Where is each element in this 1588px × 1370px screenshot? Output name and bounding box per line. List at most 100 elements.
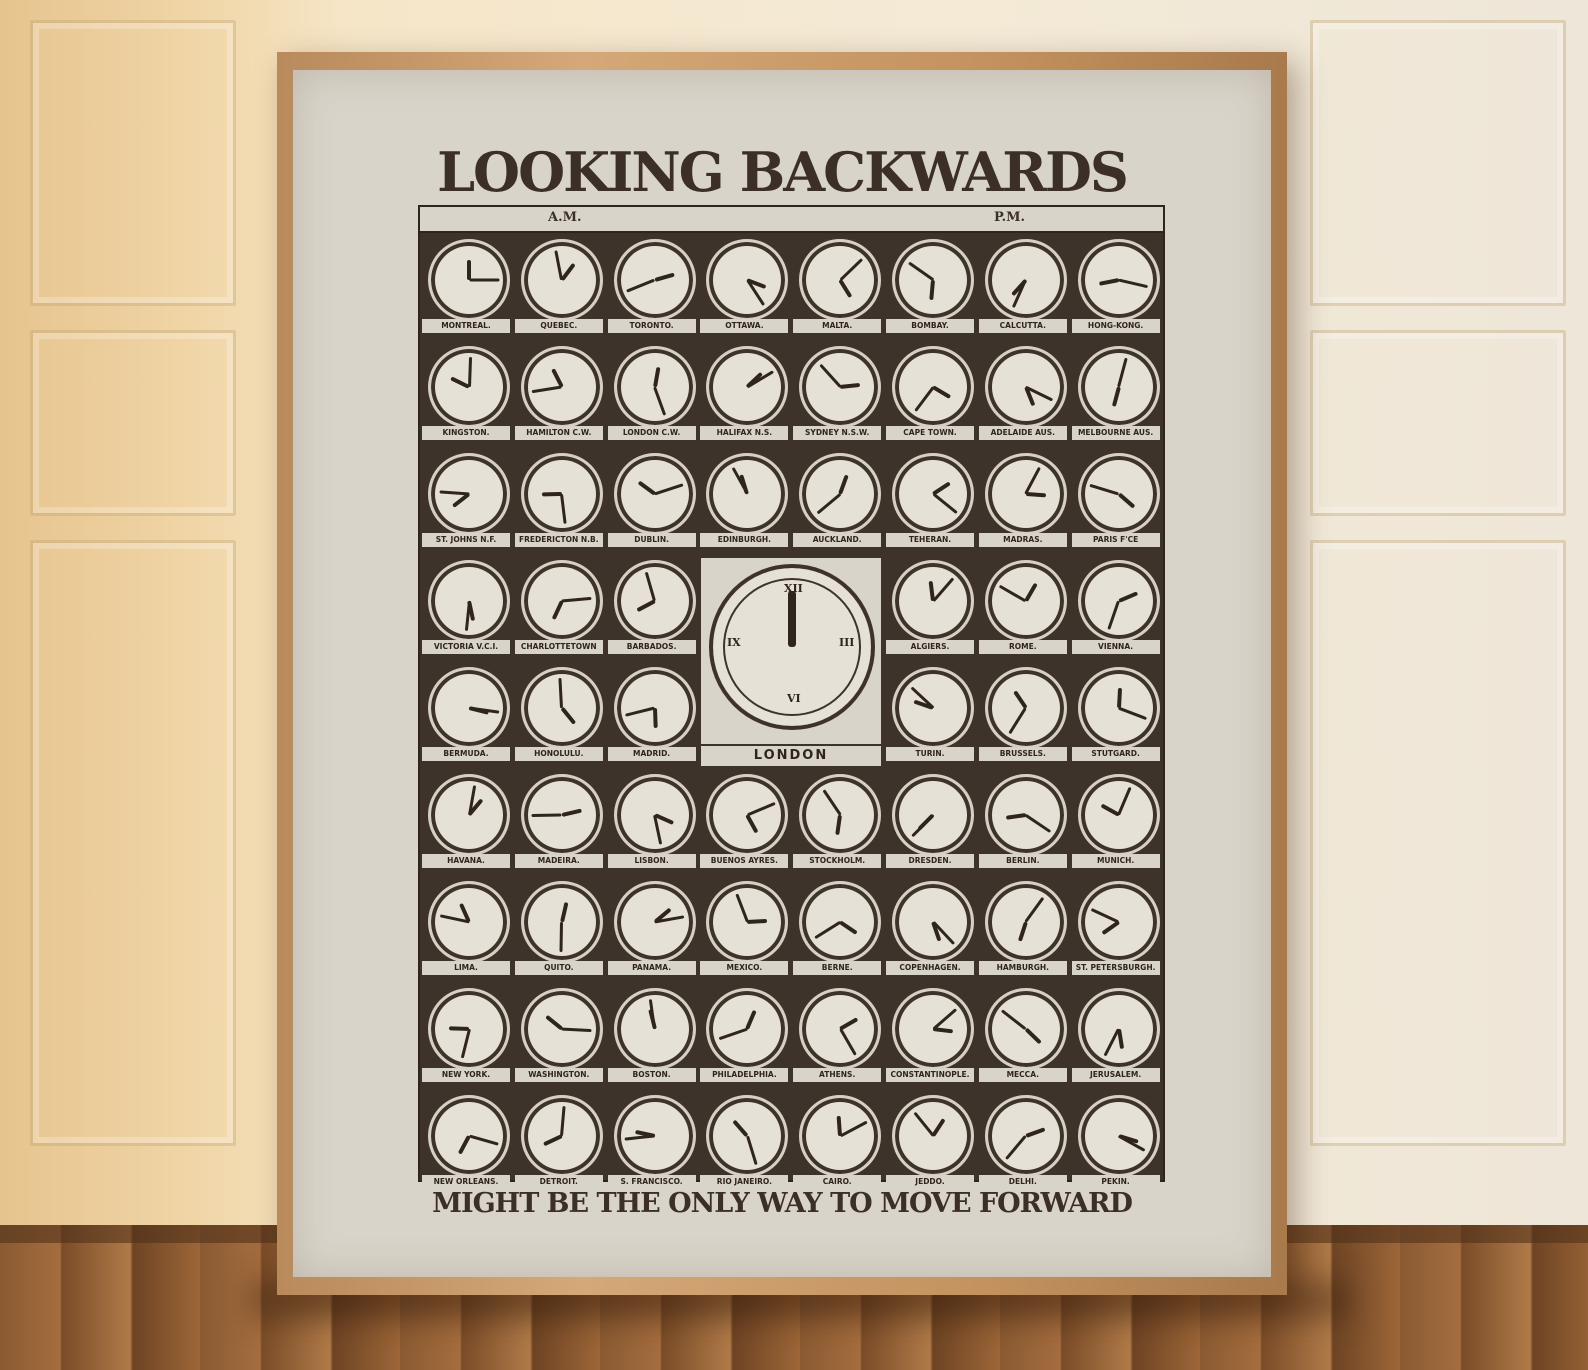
city-clock: SYDNEY N.S.W. bbox=[791, 340, 883, 447]
city-label: VIENNA. bbox=[1071, 640, 1160, 654]
city-label: KINGSTON. bbox=[422, 426, 510, 440]
city-clock: CONSTANTINOPLE. bbox=[884, 982, 976, 1089]
hour-hand bbox=[732, 1119, 749, 1138]
minute-hand bbox=[531, 385, 563, 394]
hour-hand bbox=[1012, 690, 1028, 710]
hour-hand bbox=[559, 902, 569, 923]
minute-hand bbox=[838, 1028, 857, 1056]
city-label: CONSTANTINOPLE. bbox=[886, 1068, 974, 1082]
clock-face bbox=[520, 774, 603, 856]
clock-face bbox=[1077, 774, 1160, 856]
clock-face bbox=[984, 988, 1067, 1070]
minute-hand bbox=[561, 1027, 592, 1033]
city-clock: NEW YORK. bbox=[420, 982, 512, 1089]
city-label: DETROIT. bbox=[514, 1175, 603, 1189]
minute-hand bbox=[1117, 786, 1132, 816]
world-clock-chart: A.M. P.M. XII III VI IX LONDON MONTREAL.… bbox=[418, 205, 1165, 1189]
city-label: PANAMA. bbox=[607, 961, 696, 975]
clock-face bbox=[520, 239, 603, 321]
minute-hand bbox=[1090, 907, 1120, 924]
minute-hand bbox=[1024, 466, 1042, 495]
city-label: HONOLULU. bbox=[514, 747, 603, 761]
clock-face bbox=[892, 667, 974, 749]
clock-face bbox=[1077, 1095, 1160, 1177]
city-label: QUEBEC. bbox=[514, 319, 603, 333]
minute-hand bbox=[718, 1027, 748, 1041]
minute-hand bbox=[654, 483, 684, 496]
clock-face bbox=[984, 560, 1067, 642]
hour-hand bbox=[1024, 1027, 1042, 1045]
hour-hand bbox=[450, 376, 470, 389]
city-label: BERMUDA. bbox=[422, 747, 510, 761]
clock-face bbox=[1077, 346, 1160, 428]
clock-face bbox=[984, 1095, 1067, 1177]
clock-face bbox=[613, 560, 696, 642]
city-label: HAVANA. bbox=[422, 854, 510, 868]
clock-face bbox=[799, 239, 882, 321]
city-label: BOMBAY. bbox=[886, 319, 974, 333]
minute-hand bbox=[626, 278, 656, 293]
city-clock: ATHENS. bbox=[791, 982, 883, 1089]
city-clock: JEDDO. bbox=[884, 1089, 976, 1196]
clock-row: VICTORIA V.C.I. CHARLOTTETOWN BARBADOS. ALG… bbox=[420, 554, 1163, 661]
city-label: JEDDO. bbox=[886, 1175, 974, 1189]
city-clock: RIO JANEIRO. bbox=[698, 1089, 790, 1196]
city-clock: QUITO. bbox=[513, 875, 605, 982]
clock-face bbox=[428, 881, 510, 963]
clock-face bbox=[892, 988, 974, 1070]
city-label: BUENOS AYRES. bbox=[700, 854, 789, 868]
city-label: ST. JOHNS N.F. bbox=[422, 533, 510, 547]
hour-hand bbox=[745, 1009, 758, 1030]
minute-hand bbox=[932, 1008, 957, 1031]
minute-hand bbox=[910, 813, 935, 838]
minute-hand bbox=[1089, 483, 1120, 496]
hour-hand bbox=[1025, 492, 1046, 498]
clock-face bbox=[799, 453, 882, 535]
minute-hand bbox=[913, 386, 935, 412]
clock-face bbox=[520, 667, 603, 749]
city-clock: TORONTO. bbox=[606, 233, 698, 340]
clock-face bbox=[892, 881, 974, 963]
hour-hand bbox=[541, 492, 562, 497]
city-label: STUTGARD. bbox=[1071, 747, 1160, 761]
clock-face bbox=[1077, 667, 1160, 749]
city-label: WASHINGTON. bbox=[514, 1068, 603, 1082]
minute-hand bbox=[822, 789, 842, 816]
clock-face bbox=[984, 453, 1067, 535]
city-label: EDINBURGH. bbox=[700, 533, 789, 547]
clock-row: ST. JOHNS N.F. FREDERICTON N.B. DUBLIN. EDI… bbox=[420, 447, 1163, 554]
poster-title: LOOKING BACKWARDS bbox=[437, 140, 1129, 204]
city-clock: MECCA. bbox=[977, 982, 1069, 1089]
clock-face bbox=[984, 667, 1067, 749]
clock-face bbox=[984, 239, 1067, 321]
minute-hand bbox=[554, 250, 564, 281]
clock-face bbox=[706, 453, 789, 535]
minute-hand bbox=[624, 1134, 655, 1141]
city-clock: COPENHAGEN. bbox=[884, 875, 976, 982]
hour-hand bbox=[835, 814, 843, 836]
city-clock: DELHI. bbox=[977, 1089, 1069, 1196]
city-clock: KINGSTON. bbox=[420, 340, 512, 447]
city-label: MADRID. bbox=[607, 747, 696, 761]
hour-hand bbox=[839, 920, 858, 935]
minute-hand bbox=[559, 921, 564, 953]
clock-face bbox=[706, 988, 789, 1070]
clock-face bbox=[892, 1095, 974, 1177]
city-label: MEXICO. bbox=[700, 961, 789, 975]
hour-hand bbox=[652, 366, 661, 388]
city-label: PARIS F'CE bbox=[1071, 533, 1160, 547]
city-label: ROME. bbox=[978, 640, 1067, 654]
hour-hand bbox=[550, 368, 564, 388]
city-clock: ADELAIDE AUS. bbox=[977, 340, 1069, 447]
city-clock: JERUSALEM. bbox=[1070, 982, 1162, 1089]
minute-hand bbox=[1107, 600, 1121, 630]
city-label: FREDERICTON N.B. bbox=[514, 533, 603, 547]
city-clock: MADEIRA. bbox=[513, 768, 605, 875]
minute-hand bbox=[745, 1135, 758, 1166]
minute-hand bbox=[1118, 706, 1148, 721]
city-label: TEHERAN. bbox=[886, 533, 974, 547]
clock-face bbox=[428, 453, 510, 535]
city-clock: WASHINGTON. bbox=[513, 982, 605, 1089]
clock-face bbox=[520, 560, 603, 642]
city-clock: ALGIERS. bbox=[884, 554, 976, 661]
